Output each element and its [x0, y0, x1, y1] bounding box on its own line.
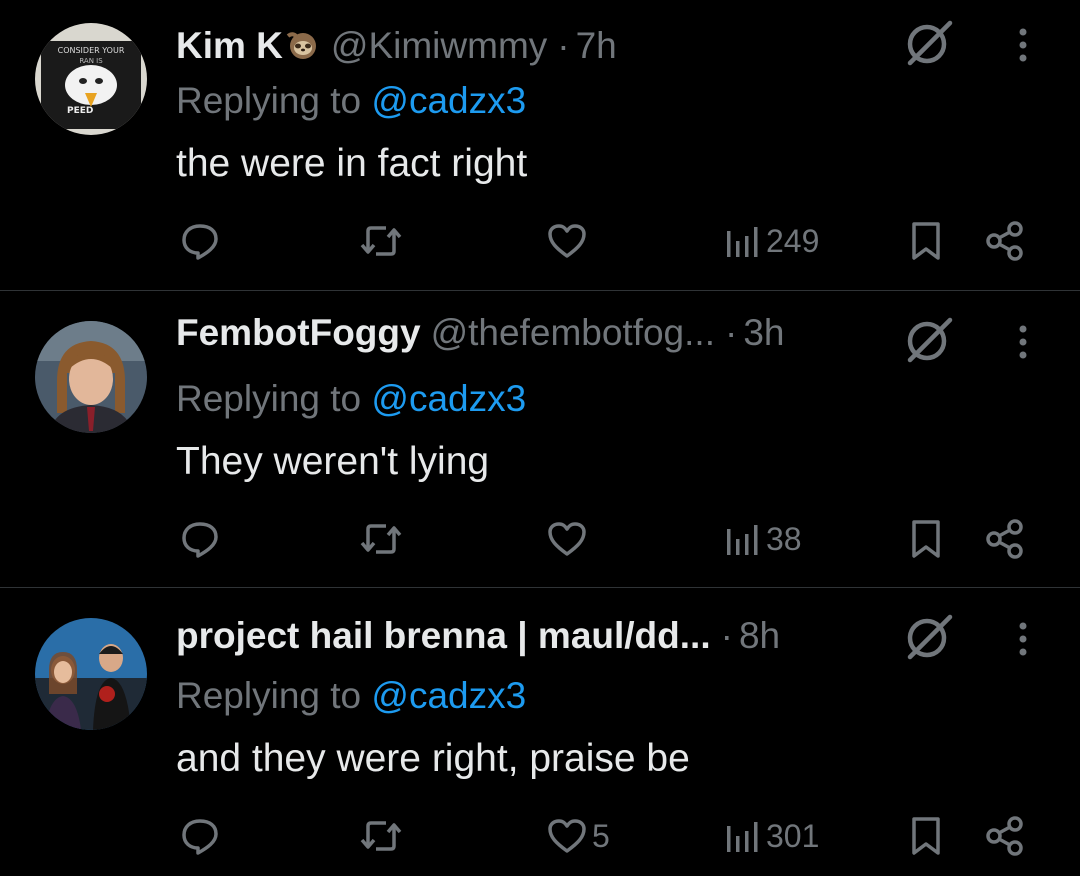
bookmark-button[interactable]: [908, 814, 944, 858]
views-button[interactable]: 301: [724, 814, 819, 858]
replying-prefix: Replying to: [176, 80, 372, 121]
svg-text:PEED: PEED: [67, 106, 93, 116]
view-count: 249: [766, 222, 820, 259]
heart-icon: [548, 522, 586, 556]
replying-to: Replying to @cadzx3: [176, 80, 526, 122]
separator-dot: ·: [724, 312, 738, 353]
bookmark-icon: [912, 222, 940, 260]
bar-chart-icon: [727, 525, 758, 555]
reply-item[interactable]: project hail brenna | maul/dd... · 8h Re…: [0, 588, 1080, 876]
reply-text: and they were right, praise be: [176, 737, 690, 780]
vertical-dots-icon[interactable]: [1008, 317, 1038, 367]
bookmark-icon: [912, 520, 940, 558]
avatar[interactable]: [35, 618, 147, 730]
slashed-circle-icon[interactable]: [902, 18, 956, 68]
like-count: 5: [592, 817, 610, 854]
replying-prefix: Replying to: [176, 378, 372, 419]
reply-item[interactable]: CONSIDER YOUR RAN IS PEED Kim K @Kimiwmm…: [0, 0, 1080, 290]
views-button[interactable]: 249: [724, 219, 819, 263]
slashed-circle-icon[interactable]: [902, 315, 956, 365]
reply-button[interactable]: [180, 219, 220, 263]
like-button[interactable]: 5: [546, 814, 610, 858]
reply-button[interactable]: [180, 517, 220, 561]
mention-link[interactable]: @cadzx3: [371, 675, 526, 716]
vertical-dots-icon[interactable]: [1008, 614, 1038, 664]
share-button[interactable]: [984, 517, 1026, 561]
vertical-dots-icon[interactable]: [1008, 20, 1038, 70]
bookmark-button[interactable]: [908, 219, 944, 263]
repost-arrows-icon: [360, 226, 402, 256]
reply-item[interactable]: FembotFoggy @thefembotfog... · 3h Replyi…: [0, 291, 1080, 587]
replying-to: Replying to @cadzx3: [176, 675, 526, 717]
timestamp[interactable]: 7h: [576, 25, 617, 67]
separator-dot: ·: [557, 25, 570, 66]
heart-icon: [548, 819, 586, 853]
display-name[interactable]: project hail brenna | maul/dd...: [176, 615, 711, 657]
display-name[interactable]: Kim K: [176, 25, 283, 67]
views-button[interactable]: 38: [724, 517, 802, 561]
speech-bubble-icon: [182, 819, 218, 855]
avatar[interactable]: [35, 321, 147, 433]
timestamp[interactable]: 8h: [739, 615, 780, 657]
share-icon: [986, 221, 1023, 261]
bookmark-button[interactable]: [908, 517, 944, 561]
bar-chart-icon: [727, 227, 758, 257]
repost-arrows-icon: [360, 524, 402, 554]
speech-bubble-icon: [182, 224, 218, 260]
separator-dot: ·: [720, 615, 733, 656]
repost-arrows-icon: [360, 821, 402, 851]
share-button[interactable]: [984, 814, 1026, 858]
reply-text: They weren't lying: [176, 440, 490, 483]
speech-bubble-icon: [182, 522, 218, 558]
repost-button[interactable]: [358, 814, 404, 858]
bookmark-icon: [912, 817, 940, 855]
handle[interactable]: @Kimiwmmy: [331, 25, 547, 67]
replying-prefix: Replying to: [176, 675, 372, 716]
share-icon: [986, 816, 1023, 856]
reply-text: the were in fact right: [176, 142, 528, 185]
avatar[interactable]: CONSIDER YOUR RAN IS PEED: [35, 23, 147, 135]
share-icon: [986, 519, 1023, 559]
reply-button[interactable]: [180, 814, 220, 858]
share-button[interactable]: [984, 219, 1026, 263]
slashed-circle-icon[interactable]: [902, 612, 956, 662]
repost-button[interactable]: [358, 517, 404, 561]
mention-link[interactable]: @cadzx3: [371, 378, 526, 419]
svg-text:CONSIDER YOUR: CONSIDER YOUR: [58, 46, 125, 55]
display-name[interactable]: FembotFoggy: [176, 312, 421, 354]
view-count: 301: [766, 817, 820, 854]
svg-text:RAN IS: RAN IS: [79, 57, 103, 65]
handle[interactable]: @thefembotfog...: [431, 312, 715, 354]
heart-icon: [548, 224, 586, 258]
repost-button[interactable]: [358, 219, 404, 263]
like-button[interactable]: [546, 517, 592, 561]
like-button[interactable]: [546, 219, 592, 263]
bar-chart-icon: [727, 822, 758, 852]
view-count: 38: [766, 520, 802, 557]
replying-to: Replying to @cadzx3: [176, 378, 526, 420]
mention-link[interactable]: @cadzx3: [371, 80, 526, 121]
sloth-emoji-icon: [286, 32, 316, 59]
timestamp[interactable]: 3h: [743, 312, 784, 354]
